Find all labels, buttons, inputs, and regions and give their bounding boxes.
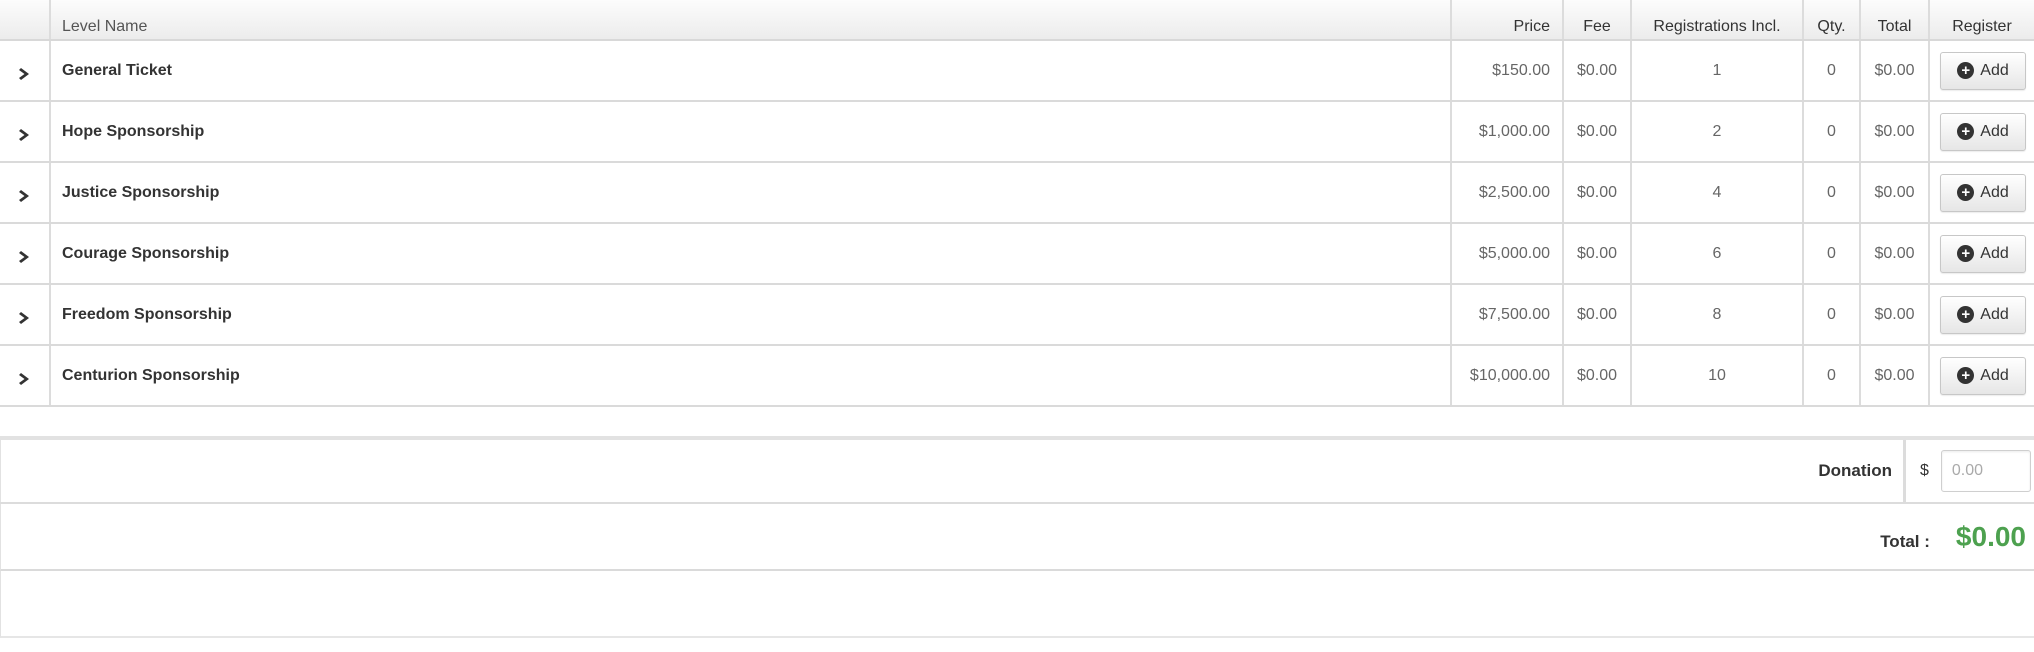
chevron-right-icon[interactable] bbox=[15, 369, 35, 389]
level-total: $0.00 bbox=[1861, 285, 1930, 344]
add-button-label: Add bbox=[1980, 122, 2009, 140]
currency-symbol: $ bbox=[1920, 462, 1929, 479]
donation-row: Donation $ bbox=[0, 436, 2034, 504]
add-button-label: Add bbox=[1980, 366, 2009, 384]
donation-label: Donation bbox=[0, 440, 1906, 502]
chevron-right-icon[interactable] bbox=[15, 186, 35, 206]
column-header-price: Price bbox=[1452, 0, 1564, 39]
total-row: Total : $0.00 bbox=[0, 504, 2034, 571]
plus-circle-icon: + bbox=[1957, 62, 1975, 79]
level-price: $1,000.00 bbox=[1452, 102, 1564, 161]
expand-toggle[interactable] bbox=[0, 163, 50, 222]
level-total: $0.00 bbox=[1861, 224, 1930, 283]
level-price: $7,500.00 bbox=[1452, 285, 1564, 344]
level-qty: 0 bbox=[1804, 346, 1861, 405]
level-fee: $0.00 bbox=[1564, 41, 1632, 100]
column-header-register: Register bbox=[1952, 18, 2012, 35]
level-qty: 0 bbox=[1804, 41, 1861, 100]
level-registrations: 2 bbox=[1632, 102, 1804, 161]
add-button-label: Add bbox=[1980, 305, 2009, 323]
level-registrations: 8 bbox=[1632, 285, 1804, 344]
total-value: $0.00 bbox=[1955, 520, 2026, 552]
level-fee: $0.00 bbox=[1564, 346, 1632, 405]
level-registrations: 10 bbox=[1632, 346, 1804, 405]
level-total: $0.00 bbox=[1861, 346, 1930, 405]
plus-circle-icon: + bbox=[1957, 245, 1975, 262]
empty-row bbox=[0, 571, 2034, 638]
plus-circle-icon: + bbox=[1957, 306, 1975, 323]
column-header-level-name: Level Name bbox=[50, 0, 1452, 39]
plus-circle-icon: + bbox=[1957, 184, 1975, 201]
level-price: $2,500.00 bbox=[1452, 163, 1564, 222]
donation-amount-input[interactable] bbox=[1940, 450, 2031, 492]
add-button[interactable]: + Add bbox=[1940, 173, 2026, 212]
level-fee: $0.00 bbox=[1564, 224, 1632, 283]
expand-toggle[interactable] bbox=[0, 102, 50, 161]
level-total: $0.00 bbox=[1861, 102, 1930, 161]
level-registrations: 6 bbox=[1632, 224, 1804, 283]
expand-column-header bbox=[0, 0, 50, 39]
order-summary: Donation $ Total : $0.00 bbox=[0, 436, 2034, 638]
level-fee: $0.00 bbox=[1564, 163, 1632, 222]
register-cell: + Add bbox=[1930, 224, 2034, 283]
plus-circle-icon: + bbox=[1957, 123, 1975, 140]
register-cell: + Add bbox=[1930, 41, 2034, 100]
level-qty: 0 bbox=[1804, 102, 1861, 161]
add-button-label: Add bbox=[1980, 244, 2009, 262]
add-button[interactable]: + Add bbox=[1940, 356, 2026, 395]
add-button[interactable]: + Add bbox=[1940, 51, 2026, 90]
plus-circle-icon: + bbox=[1957, 367, 1975, 384]
column-header-qty: Qty. bbox=[1804, 0, 1861, 39]
register-cell: + Add bbox=[1930, 346, 2034, 405]
level-name: Hope Sponsorship bbox=[50, 102, 1452, 161]
register-cell: + Add bbox=[1930, 102, 2034, 161]
chevron-right-icon[interactable] bbox=[15, 308, 35, 328]
level-qty: 0 bbox=[1804, 163, 1861, 222]
table-row: Hope Sponsorship $1,000.00 $0.00 2 0 $0.… bbox=[0, 102, 2034, 163]
level-registrations: 1 bbox=[1632, 41, 1804, 100]
donation-input-cell: $ bbox=[1906, 440, 2034, 502]
table-row: General Ticket $150.00 $0.00 1 0 $0.00 +… bbox=[0, 41, 2034, 102]
column-header-fee: Fee bbox=[1564, 0, 1632, 39]
add-button-label: Add bbox=[1980, 61, 2009, 79]
table-row: Freedom Sponsorship $7,500.00 $0.00 8 0 … bbox=[0, 285, 2034, 346]
ticket-levels-table: Level Name Price Fee Registrations Incl.… bbox=[0, 0, 2034, 407]
level-price: $10,000.00 bbox=[1452, 346, 1564, 405]
table-row: Justice Sponsorship $2,500.00 $0.00 4 0 … bbox=[0, 163, 2034, 224]
level-qty: 0 bbox=[1804, 224, 1861, 283]
add-button[interactable]: + Add bbox=[1940, 234, 2026, 273]
level-registrations: 4 bbox=[1632, 163, 1804, 222]
column-header-total: Total bbox=[1861, 0, 1930, 39]
add-button[interactable]: + Add bbox=[1940, 112, 2026, 151]
expand-toggle[interactable] bbox=[0, 285, 50, 344]
column-header-registrations: Registrations Incl. bbox=[1632, 0, 1804, 39]
chevron-right-icon[interactable] bbox=[15, 247, 35, 267]
level-qty: 0 bbox=[1804, 285, 1861, 344]
level-total: $0.00 bbox=[1861, 163, 1930, 222]
expand-toggle[interactable] bbox=[0, 41, 50, 100]
add-button[interactable]: + Add bbox=[1940, 295, 2026, 334]
expand-toggle[interactable] bbox=[0, 346, 50, 405]
level-price: $150.00 bbox=[1452, 41, 1564, 100]
level-name: General Ticket bbox=[50, 41, 1452, 100]
table-body: General Ticket $150.00 $0.00 1 0 $0.00 +… bbox=[0, 41, 2034, 407]
chevron-right-icon[interactable] bbox=[15, 64, 35, 84]
level-total: $0.00 bbox=[1861, 41, 1930, 100]
expand-toggle[interactable] bbox=[0, 224, 50, 283]
total-label: Total : bbox=[1880, 531, 1930, 551]
register-cell: + Add bbox=[1930, 285, 2034, 344]
level-name: Justice Sponsorship bbox=[50, 163, 1452, 222]
add-button-label: Add bbox=[1980, 183, 2009, 201]
register-cell: + Add bbox=[1930, 163, 2034, 222]
level-name: Centurion Sponsorship bbox=[50, 346, 1452, 405]
level-name: Courage Sponsorship bbox=[50, 224, 1452, 283]
table-header: Level Name Price Fee Registrations Incl.… bbox=[0, 0, 2034, 41]
level-price: $5,000.00 bbox=[1452, 224, 1564, 283]
level-name: Freedom Sponsorship bbox=[50, 285, 1452, 344]
level-fee: $0.00 bbox=[1564, 102, 1632, 161]
table-row: Courage Sponsorship $5,000.00 $0.00 6 0 … bbox=[0, 224, 2034, 285]
level-fee: $0.00 bbox=[1564, 285, 1632, 344]
table-row: Centurion Sponsorship $10,000.00 $0.00 1… bbox=[0, 346, 2034, 407]
chevron-right-icon[interactable] bbox=[15, 125, 35, 145]
